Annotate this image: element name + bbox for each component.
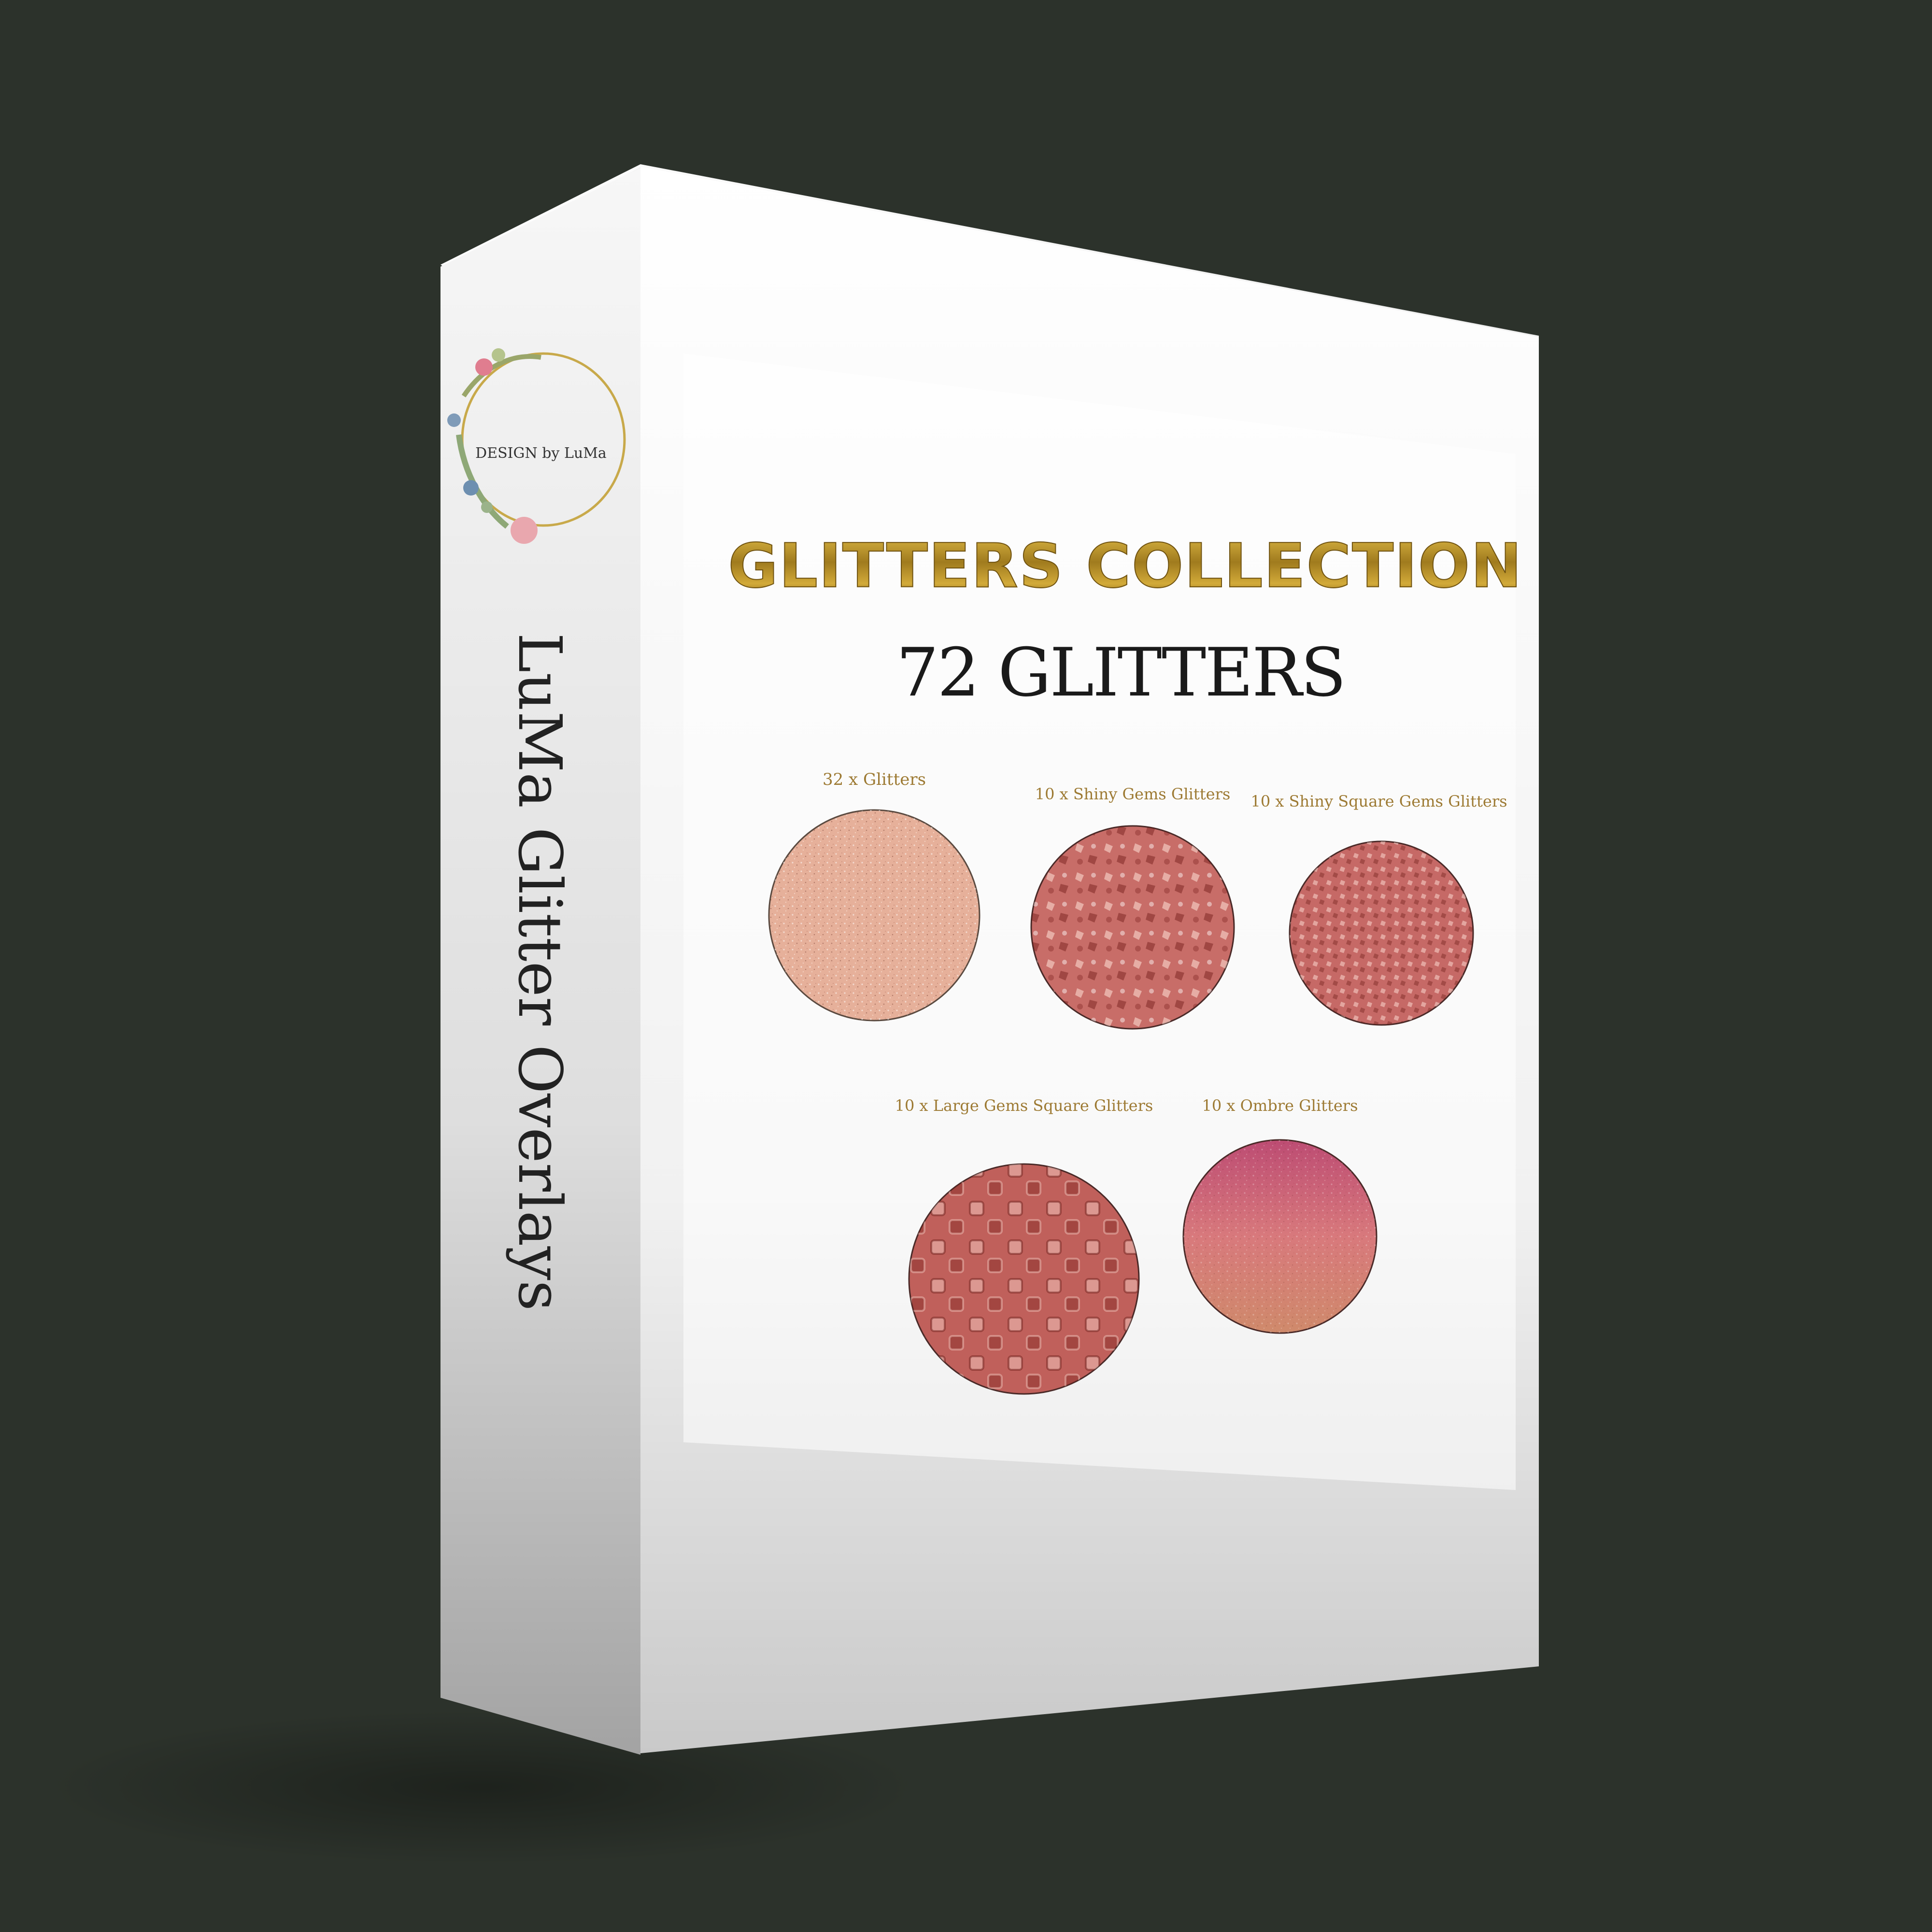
swatch-label: 10 x Shiny Square Gems Glitters: [1250, 792, 1507, 810]
swatch-label: 10 x Ombre Glitters: [1202, 1096, 1358, 1115]
large-gems-square-swatch: [908, 1163, 1140, 1395]
glitter-count: 72 GLITTERS: [896, 634, 1345, 711]
ombre-swatch: [1182, 1139, 1378, 1334]
shiny-square-gems-swatch: [1289, 840, 1474, 1026]
swatch-label: 32 x Glitters: [823, 770, 926, 789]
logo-text: DESIGN by LuMa: [475, 445, 607, 462]
logo-flower: [511, 517, 538, 544]
product-box-mockup: DESIGN by LuMa LuMa Glitter Overlays GLI…: [0, 0, 1932, 1932]
collection-headline: GLITTERS COLLECTION: [728, 530, 1522, 601]
swatch-label: 10 x Large Gems Square Glitters: [895, 1096, 1153, 1115]
spine-title: LuMa Glitter Overlays: [505, 633, 574, 1311]
glitter-swatch: [768, 809, 980, 1022]
swatch-label: 10 x Shiny Gems Glitters: [1035, 785, 1231, 803]
shiny-gems-swatch: [1030, 825, 1235, 1030]
